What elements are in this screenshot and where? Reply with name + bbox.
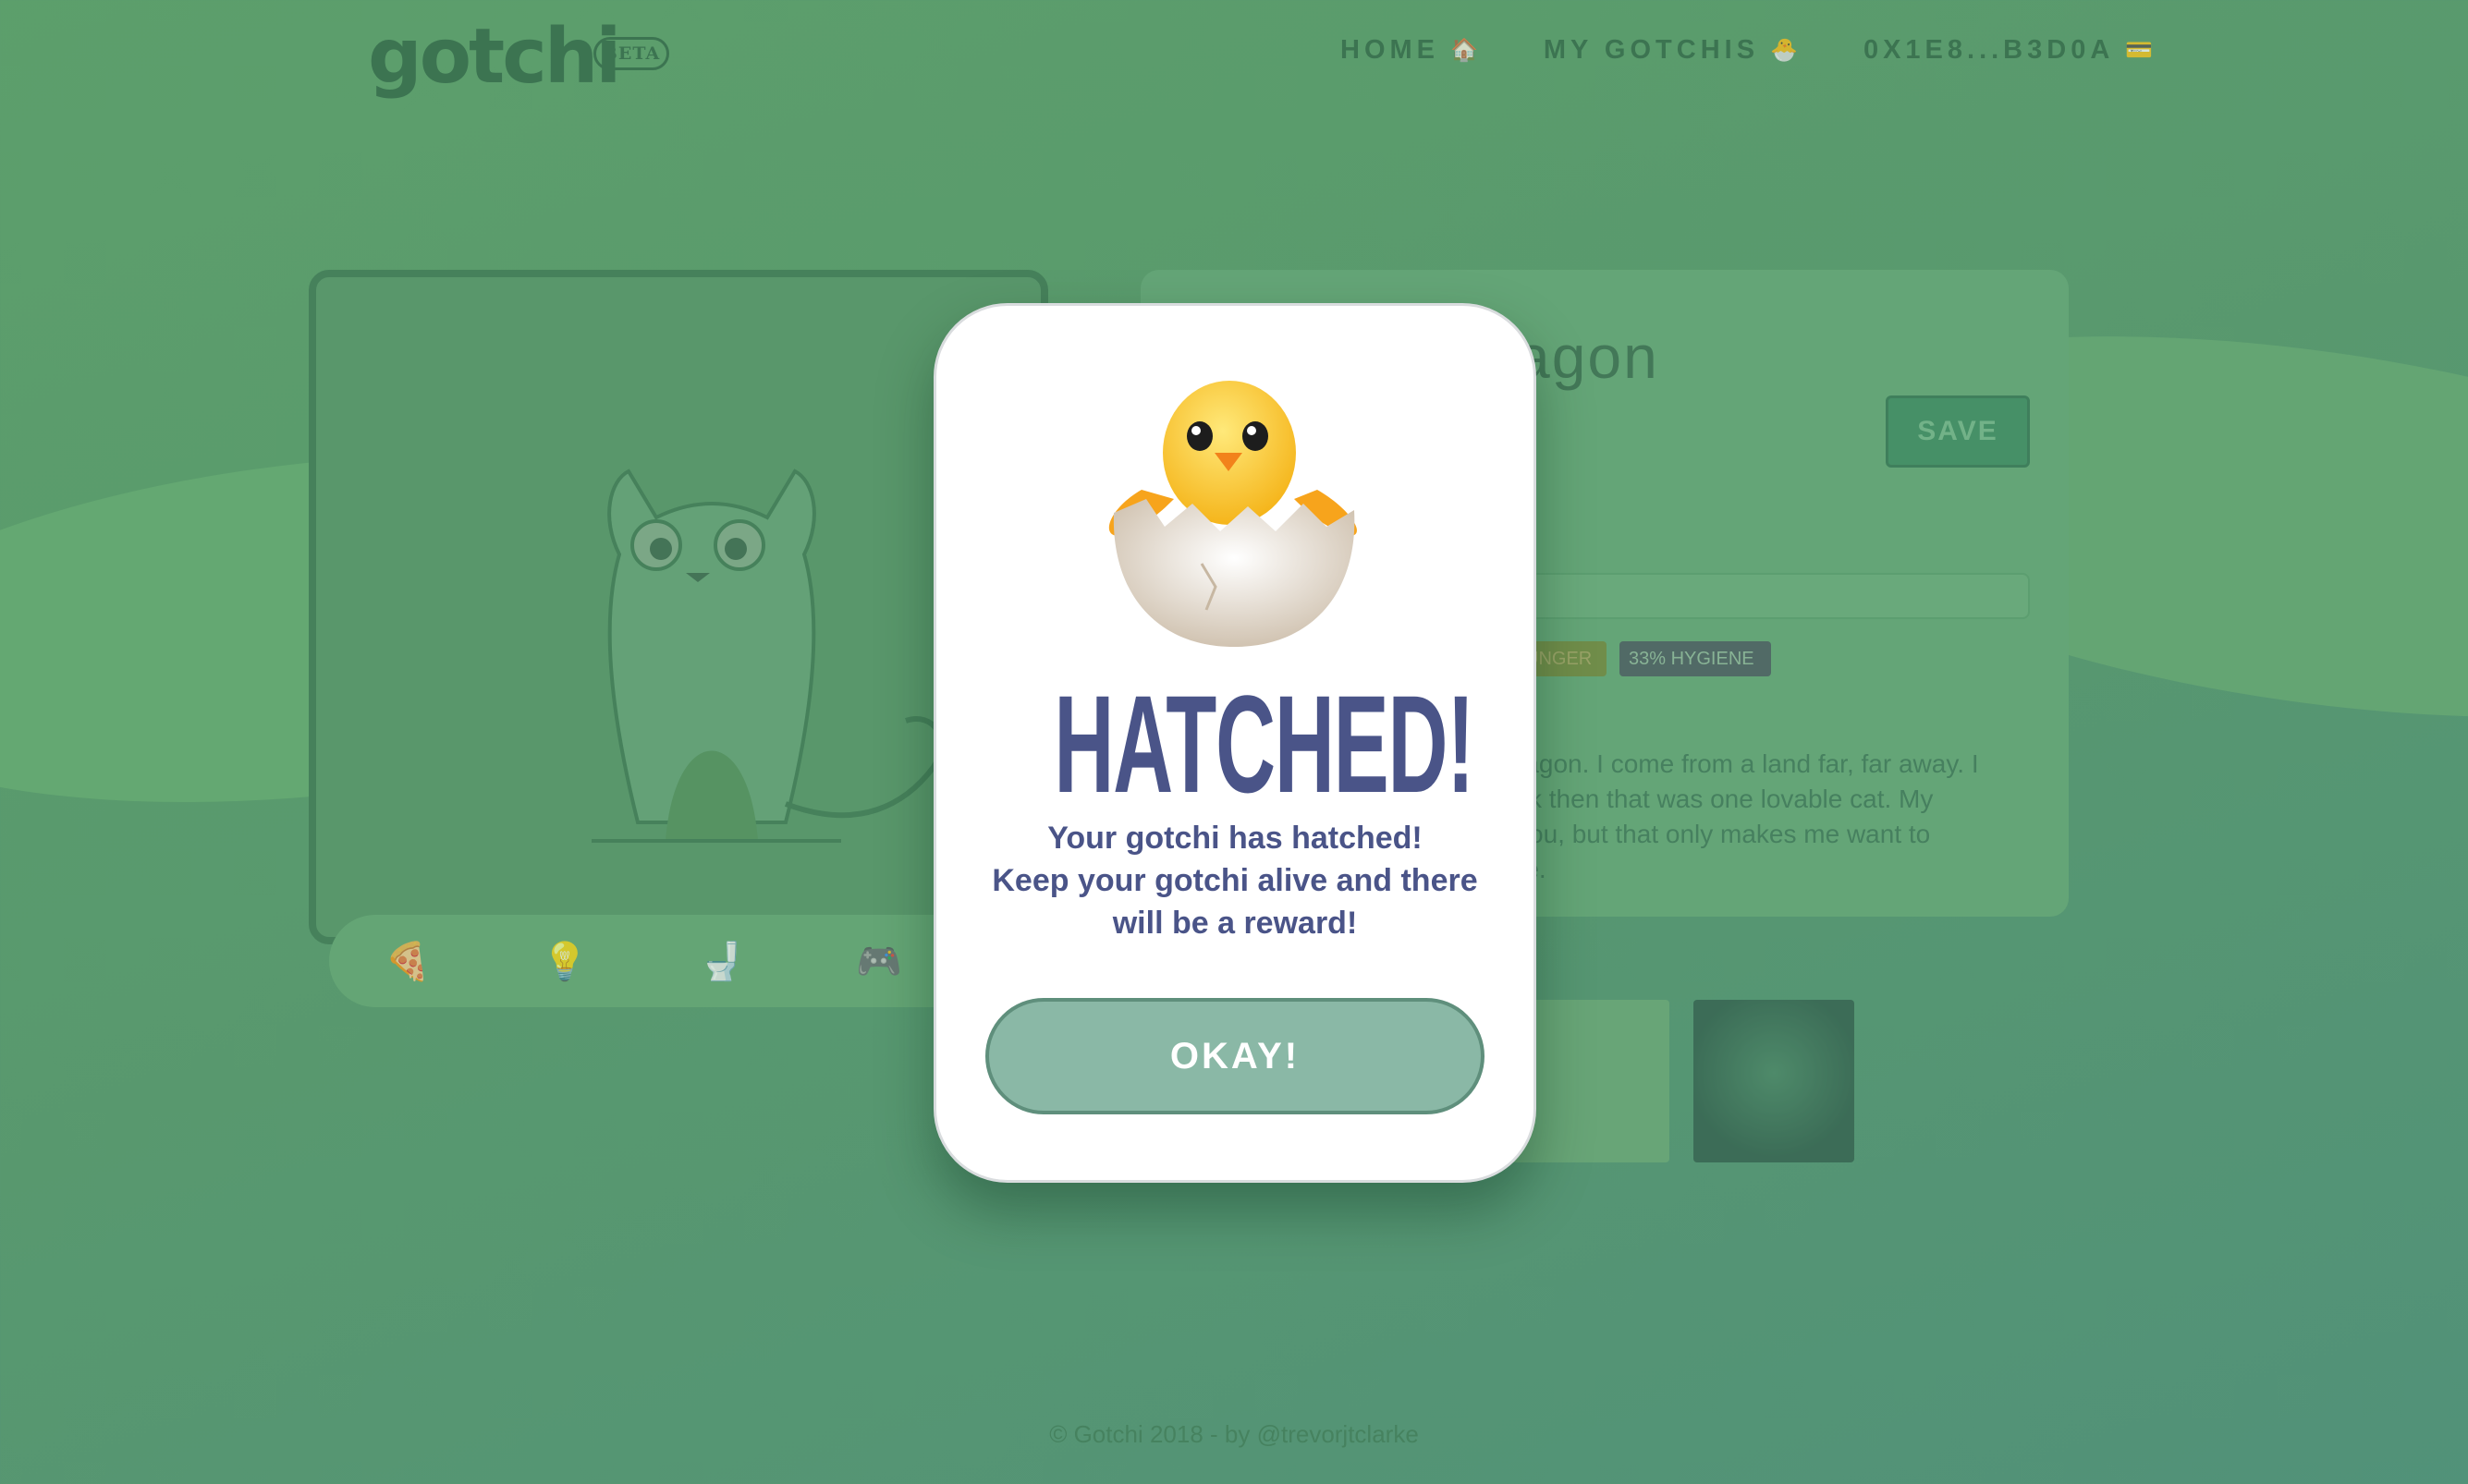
modal-message-line: Keep your gotchi alive and there [992, 863, 1478, 898]
modal-message-line: will be a reward! [1112, 906, 1358, 941]
hatching-chick-icon [1108, 381, 1357, 647]
modal-title: HATCHED! [1054, 666, 1474, 821]
modal-message-line: Your gotchi has hatched! [1047, 821, 1423, 856]
modal-message: Your gotchi has hatched! Keep your gotch… [969, 817, 1501, 944]
okay-button[interactable]: OKAY! [985, 998, 1484, 1114]
